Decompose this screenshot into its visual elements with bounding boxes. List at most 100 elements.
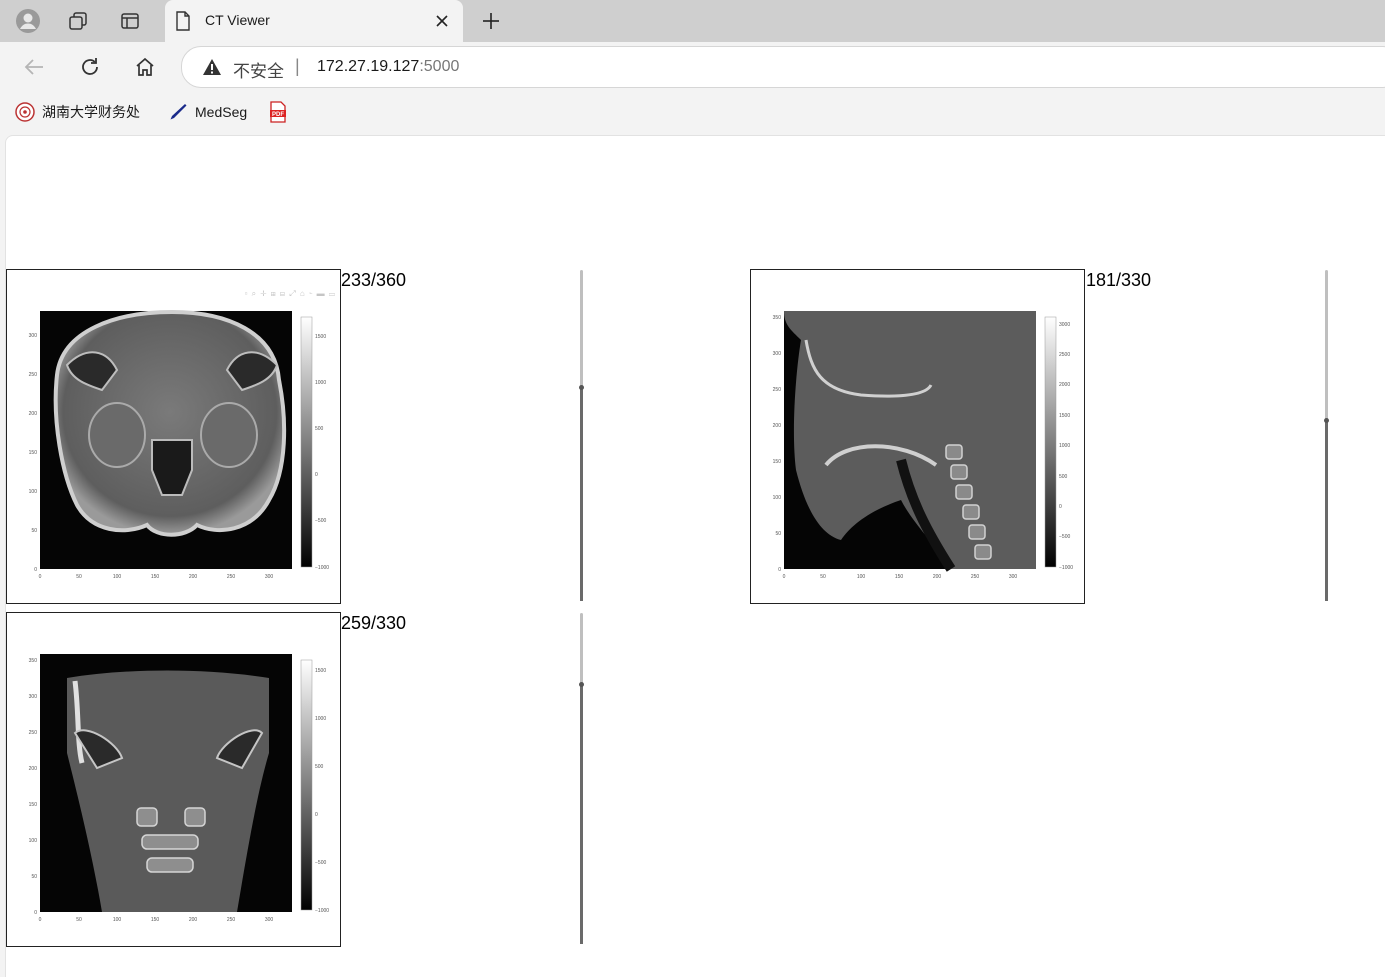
y-tick-label: 250 (29, 372, 38, 378)
axial-ct-plot[interactable]: ▫ ⌕ ✛ ⊞ ⊟ ⤢ ⌂ ⌁ ▬ ▭ 0 50 100 150 200 250… (6, 269, 341, 604)
x-tick-label: 0 (39, 917, 42, 923)
url-host: 172.27.19.127 (317, 58, 420, 75)
slider-fill (580, 387, 583, 601)
slice-counter: 181/330 (1086, 270, 1152, 290)
colorbar-tick-label: −500 (315, 518, 326, 524)
page-icon (175, 11, 191, 36)
y-tick-label: 50 (775, 531, 781, 537)
orbit-right-shape (200, 402, 258, 468)
axial-ct-figure: 0 50 100 150 200 250 300 0 50 100 150 20… (29, 309, 329, 580)
colorbar-ticks: −1000 −500 0 500 1000 1500 (315, 668, 329, 914)
page-content: ▫ ⌕ ✛ ⊞ ⊟ ⤢ ⌂ ⌁ ▬ ▭ 0 50 100 150 200 250… (5, 135, 1385, 977)
university-seal-icon (15, 102, 35, 122)
slice-slider[interactable] (579, 270, 584, 601)
x-tick-label: 50 (76, 917, 82, 923)
url-port: :5000 (419, 58, 460, 75)
y-axis-ticks: 0 50 100 150 200 250 300 350 (29, 658, 38, 916)
bookmark-pdf[interactable]: PDF (268, 101, 295, 123)
y-tick-label: 50 (31, 528, 37, 534)
colorbar-tick-label: 1500 (315, 334, 326, 340)
tab-ct-viewer[interactable]: CT Viewer (165, 0, 463, 42)
coronal-ct-figure: 0 50 100 150 200 250 300 0 50 100 150 20… (29, 654, 329, 923)
colorbar (300, 316, 313, 568)
profile-avatar-icon[interactable] (12, 6, 44, 36)
colorbar-tick-label: −500 (315, 860, 326, 866)
y-tick-label: 0 (34, 567, 37, 573)
colorbar-tick-label: −1000 (315, 565, 329, 571)
home-icon[interactable] (129, 51, 161, 83)
y-axis-ticks: 0 50 100 150 200 250 300 350 (773, 315, 782, 573)
x-tick-label: 200 (189, 917, 198, 923)
y-tick-label: 300 (29, 694, 38, 700)
colorbar-tick-label: 2500 (1059, 352, 1070, 358)
slice-counter: 233/360 (341, 270, 407, 290)
y-tick-label: 0 (778, 567, 781, 573)
slice-slider[interactable] (579, 613, 584, 944)
colorbar-tick-label: 500 (315, 426, 324, 432)
x-tick-label: 0 (783, 574, 786, 580)
y-tick-label: 300 (773, 351, 782, 357)
x-tick-label: 150 (151, 917, 160, 923)
y-tick-label: 150 (29, 802, 38, 808)
x-tick-label: 250 (971, 574, 980, 580)
vertical-tabs-icon[interactable] (114, 6, 146, 36)
x-tick-label: 300 (265, 917, 274, 923)
y-tick-label: 350 (773, 315, 782, 321)
y-tick-label: 350 (29, 658, 38, 664)
colorbar-tick-label: 0 (315, 812, 318, 818)
browser-toolbar: 不安全 | 172.27.19.127:5000 (0, 42, 1385, 92)
colorbar (1044, 316, 1057, 568)
back-arrow-icon[interactable] (18, 51, 50, 83)
plot-modebar[interactable]: ▫ ⌕ ✛ ⊞ ⊟ ⤢ ⌂ ⌁ ▬ ▭ (245, 289, 336, 299)
colorbar-tick-label: −1000 (1059, 565, 1073, 571)
x-tick-label: 250 (227, 574, 236, 580)
x-axis-ticks: 0 50 100 150 200 250 300 (783, 574, 1018, 580)
y-tick-label: 100 (29, 489, 38, 495)
y-tick-label: 300 (29, 333, 38, 339)
new-tab-icon[interactable] (476, 6, 506, 36)
colorbar-tick-label: 1500 (1059, 413, 1070, 419)
bookmark-label: MedSeg (195, 104, 248, 120)
colorbar-ticks: −1000 −500 0 500 1000 1500 2000 2500 300… (1059, 322, 1073, 571)
x-axis-ticks: 0 50 100 150 200 250 300 (39, 574, 274, 580)
x-tick-label: 250 (227, 917, 236, 923)
url-text[interactable]: 172.27.19.127:5000 (317, 58, 459, 76)
colorbar-tick-label: 0 (1059, 504, 1062, 510)
colorbar-tick-label: 0 (315, 472, 318, 478)
x-tick-label: 100 (113, 574, 122, 580)
sagittal-ct-plot[interactable]: 0 50 100 150 200 250 300 0 50 100 150 20… (750, 269, 1085, 604)
y-tick-label: 250 (773, 387, 782, 393)
warning-triangle-icon[interactable] (202, 58, 222, 81)
svg-text:PDF: PDF (272, 112, 284, 118)
colorbar-tick-label: 1500 (315, 668, 326, 674)
y-tick-label: 200 (773, 423, 782, 429)
slider-thumb[interactable] (579, 682, 584, 687)
bookmark-medseg[interactable]: MedSeg (168, 102, 247, 122)
y-tick-label: 150 (773, 459, 782, 465)
y-tick-label: 0 (34, 910, 37, 916)
colorbar-tick-label: 2000 (1059, 382, 1070, 388)
slice-slider[interactable] (1324, 270, 1329, 601)
close-tab-icon[interactable] (431, 10, 453, 32)
address-bar[interactable]: 不安全 | 172.27.19.127:5000 (181, 46, 1385, 88)
x-tick-label: 200 (933, 574, 942, 580)
y-tick-label: 50 (31, 874, 37, 880)
colorbar-tick-label: 1000 (315, 716, 326, 722)
refresh-icon[interactable] (74, 51, 106, 83)
x-axis-ticks: 0 50 100 150 200 250 300 (39, 917, 274, 923)
x-tick-label: 300 (265, 574, 274, 580)
bookmarks-bar: 湖南大学财务处 MedSeg PDF (0, 92, 1385, 134)
pdf-icon: PDF (268, 101, 288, 123)
orbit-left-shape (88, 402, 146, 468)
security-label[interactable]: 不安全 (233, 57, 284, 82)
x-tick-label: 50 (820, 574, 826, 580)
slider-thumb[interactable] (1324, 418, 1329, 423)
x-tick-label: 150 (151, 574, 160, 580)
colorbar-tick-label: 3000 (1059, 322, 1070, 328)
colorbar (300, 659, 313, 911)
bookmark-hnu-finance[interactable]: 湖南大学财务处 (15, 102, 140, 122)
workspaces-icon[interactable] (62, 6, 94, 36)
slider-thumb[interactable] (579, 385, 584, 390)
slice-counter: 259/330 (341, 613, 407, 633)
coronal-ct-plot[interactable]: 0 50 100 150 200 250 300 0 50 100 150 20… (6, 612, 341, 947)
